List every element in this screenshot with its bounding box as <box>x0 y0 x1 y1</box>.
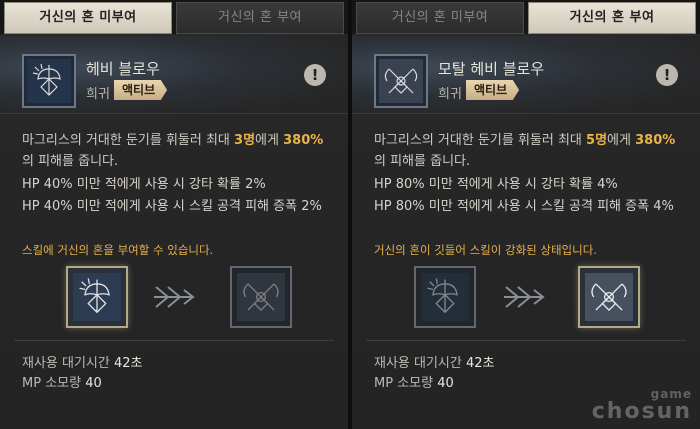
desc-text: 에게 <box>607 133 636 148</box>
desc-damage-percent: 380% <box>635 133 676 148</box>
alert-icon[interactable]: ! <box>656 64 678 86</box>
cooldown-value: 42초 <box>114 356 143 371</box>
axe-skill-icon <box>421 273 469 321</box>
upgraded-skill-icon <box>230 266 292 328</box>
alert-icon[interactable]: ! <box>304 64 326 86</box>
mp-label: MP 소모량 <box>374 376 434 391</box>
double-arrow-icon <box>154 286 195 308</box>
axe-skill-icon <box>27 59 71 103</box>
soul-notice: 거신의 혼이 깃들어 스킬이 강화된 상태입니다. <box>374 243 597 257</box>
axe-skill-icon <box>73 273 121 321</box>
skill-effect-1: HP 80% 미만 적에게 사용 시 강타 확률 4% <box>374 177 618 192</box>
skill-rarity: 희귀 <box>438 87 462 102</box>
desc-damage-percent: 380% <box>283 133 324 148</box>
desc-text: 마그리스의 거대한 둔기를 휘둘러 최대 <box>374 133 587 148</box>
watermark-bottom: chosun <box>591 399 692 424</box>
desc-target-count: 5명 <box>586 133 608 148</box>
tab-bar: 거신의 혼 미부여 거신의 혼 부여 <box>352 0 700 34</box>
skill-effect-1: HP 40% 미만 적에게 사용 시 강타 확률 2% <box>22 177 266 192</box>
tab-bar: 거신의 혼 미부여 거신의 혼 부여 <box>0 0 348 34</box>
desc-text: 의 피해를 줍니다. <box>374 154 471 169</box>
watermark: game chosun <box>572 387 692 423</box>
crossed-axes-icon <box>237 273 285 321</box>
mp-label: MP 소모량 <box>22 376 82 391</box>
mp-value: 40 <box>85 376 102 391</box>
desc-text: 에게 <box>255 133 284 148</box>
tab-soul-granted[interactable]: 거신의 혼 부여 <box>528 2 696 34</box>
skill-effect-2: HP 40% 미만 적에게 사용 시 스킬 공격 피해 증폭 2% <box>22 199 322 214</box>
skill-name: 모탈 헤비 블로우 <box>438 60 545 78</box>
base-skill-icon <box>414 266 476 328</box>
mp-value: 40 <box>437 376 454 391</box>
base-skill-icon <box>66 266 128 328</box>
skill-header: 헤비 블로우 희귀 액티브 ! <box>0 36 348 114</box>
tab-soul-not-granted[interactable]: 거신의 혼 미부여 <box>356 2 524 34</box>
desc-target-count: 3명 <box>234 133 256 148</box>
cooldown-label: 재사용 대기시간 <box>22 356 110 371</box>
mp-cost-stat: MP 소모량 40 <box>374 372 454 391</box>
cooldown-stat: 재사용 대기시간 42초 <box>22 352 143 371</box>
skill-header: 모탈 헤비 블로우 희귀 액티브 ! <box>352 36 700 114</box>
crossed-axes-icon <box>585 273 633 321</box>
desc-text: 의 피해를 줍니다. <box>22 154 119 169</box>
active-badge: 액티브 <box>466 80 520 100</box>
cooldown-stat: 재사용 대기시간 42초 <box>374 352 495 371</box>
mp-cost-stat: MP 소모량 40 <box>22 372 102 391</box>
skill-transform <box>352 266 700 328</box>
upgraded-skill-icon <box>578 266 640 328</box>
cooldown-value: 42초 <box>466 356 495 371</box>
active-badge: 액티브 <box>114 80 168 100</box>
divider <box>14 340 334 341</box>
double-arrow-icon <box>504 286 545 308</box>
crossed-axes-icon <box>379 59 423 103</box>
left-skill-panel: 거신의 혼 미부여 거신의 혼 부여 헤비 블로우 희귀 액티브 ! 마그리스의… <box>0 0 348 429</box>
skill-rarity: 희귀 <box>86 87 110 102</box>
skill-icon <box>374 54 428 108</box>
divider <box>366 340 686 341</box>
tab-soul-not-granted[interactable]: 거신의 혼 미부여 <box>4 2 172 34</box>
skill-transform <box>0 266 348 328</box>
skill-description: 마그리스의 거대한 둔기를 휘둘러 최대 5명에게 380% 의 피해를 줍니다. <box>374 130 684 172</box>
skill-effect-2: HP 80% 미만 적에게 사용 시 스킬 공격 피해 증폭 4% <box>374 199 674 214</box>
soul-notice: 스킬에 거신의 혼을 부여할 수 있습니다. <box>22 243 214 257</box>
skill-icon <box>22 54 76 108</box>
cooldown-label: 재사용 대기시간 <box>374 356 462 371</box>
skill-description: 마그리스의 거대한 둔기를 휘둘러 최대 3명에게 380% 의 피해를 줍니다. <box>22 130 332 172</box>
tab-soul-granted[interactable]: 거신의 혼 부여 <box>176 2 344 34</box>
right-skill-panel: 거신의 혼 미부여 거신의 혼 부여 모탈 헤비 블로우 희귀 액티브 ! 마그… <box>352 0 700 429</box>
skill-name: 헤비 블로우 <box>86 60 160 78</box>
desc-text: 마그리스의 거대한 둔기를 휘둘러 최대 <box>22 133 235 148</box>
